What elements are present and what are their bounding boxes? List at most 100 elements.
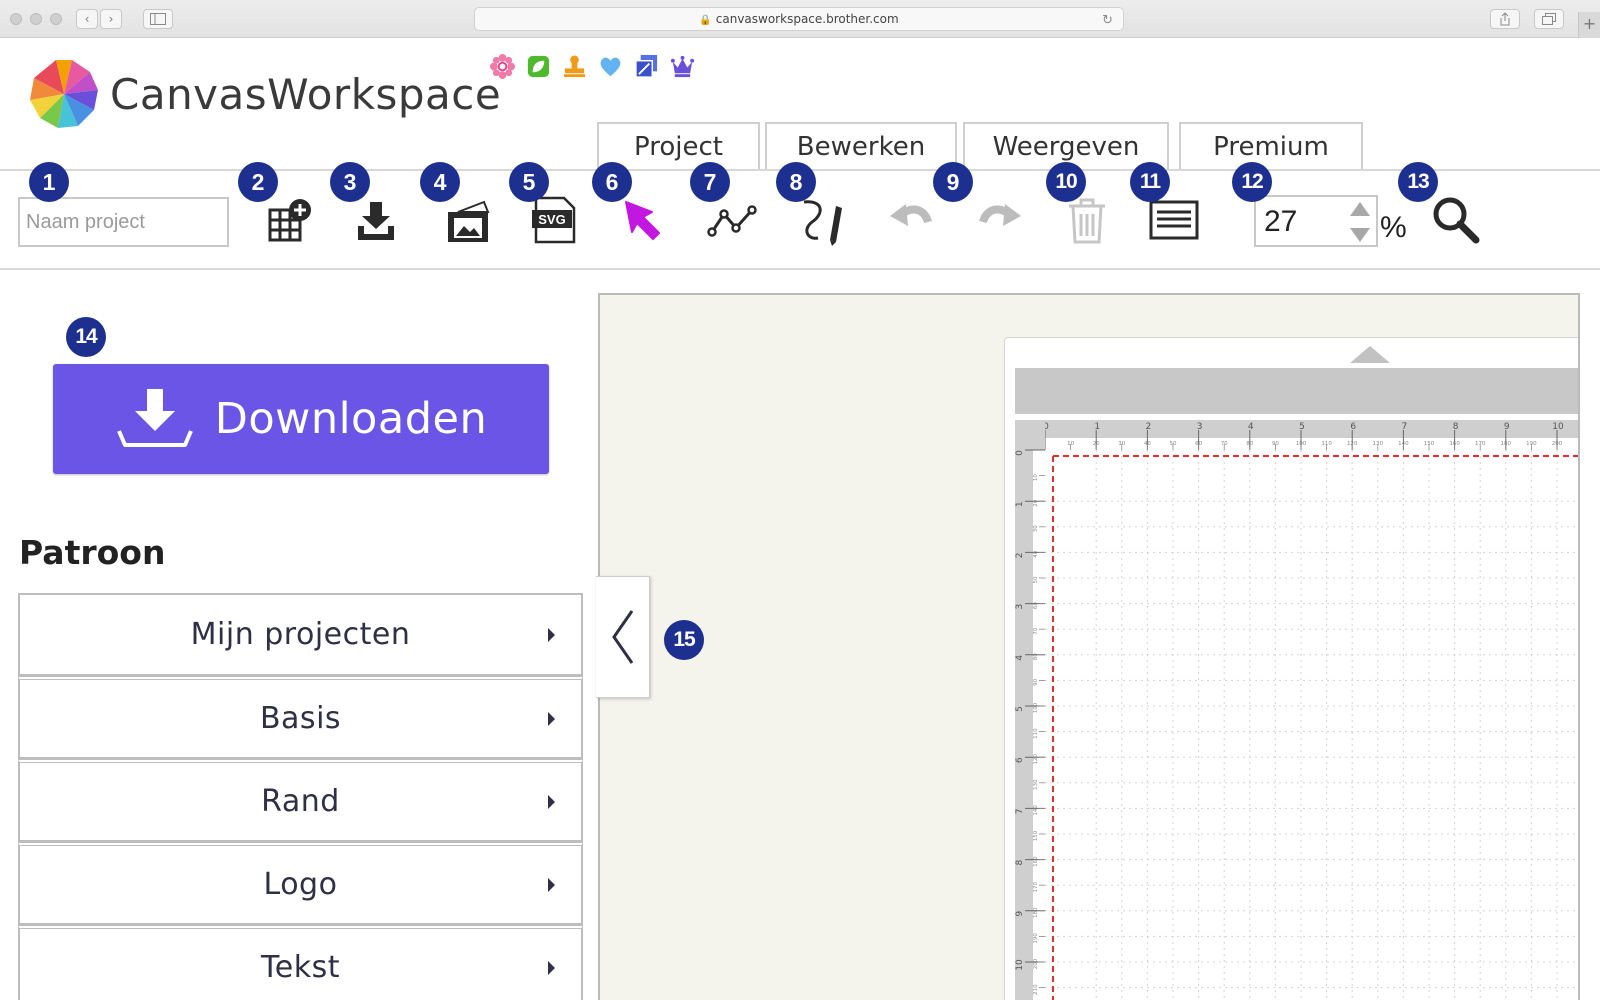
- list-panel-icon: [1149, 200, 1199, 240]
- ruler-major-label: 2: [1015, 553, 1025, 559]
- zoom-unit: %: [1380, 211, 1407, 244]
- chevron-right-icon: [548, 627, 555, 642]
- tabs-overview-button[interactable]: [1534, 9, 1564, 29]
- ruler-minor-label: 140: [1033, 805, 1039, 816]
- category-label: Tekst: [261, 950, 340, 985]
- category-label: Logo: [263, 867, 338, 902]
- ruler-major-label: 7: [1015, 809, 1025, 815]
- ruler-minor-label: 20: [1033, 499, 1039, 506]
- canvasworkspace-logo-icon: [30, 60, 98, 128]
- sidebar-icon: [150, 13, 166, 25]
- service-icons: [490, 54, 695, 79]
- category-label: Rand: [261, 784, 340, 819]
- window-close-button[interactable]: [10, 13, 22, 25]
- ruler-minor-label: 180: [1033, 907, 1039, 918]
- undo-icon: [890, 204, 932, 226]
- ruler-minor-label: 70: [1033, 627, 1039, 634]
- ruler-minor-label: 200: [1033, 958, 1039, 969]
- chevron-right-icon: [548, 960, 555, 975]
- project-name-input[interactable]: [18, 197, 229, 247]
- ruler-minor-label: 100: [1033, 702, 1039, 713]
- image-frame-icon: [448, 200, 490, 242]
- ruler-major-label: 5: [1015, 706, 1025, 712]
- tab-project[interactable]: Project: [597, 122, 760, 170]
- lock-icon: 🔒: [699, 15, 712, 26]
- ruler-major-label: 9: [1504, 422, 1510, 432]
- tabs-icon: [1542, 13, 1556, 25]
- sidebar-toggle-button[interactable]: [143, 9, 173, 29]
- ruler-minor-label: 110: [1033, 728, 1039, 739]
- app-root: ‹ › 🔒 canvasworkspace.brother.com ↻ + Ca…: [0, 0, 1600, 1000]
- category-tekst[interactable]: Tekst: [18, 925, 583, 1000]
- address-bar[interactable]: 🔒 canvasworkspace.brother.com ↻: [474, 7, 1124, 31]
- zoom-up-icon[interactable]: [1348, 200, 1372, 220]
- ruler-major-label: 0: [1015, 450, 1025, 456]
- mat-grid: [1045, 450, 1578, 1000]
- window-maximize-button[interactable]: [50, 13, 62, 25]
- mat-grid-lines: [1045, 450, 1578, 1000]
- category-my-projects[interactable]: Mijn projecten: [18, 593, 583, 676]
- browser-forward-button[interactable]: ›: [100, 9, 122, 29]
- browser-toolbar: ‹ › 🔒 canvasworkspace.brother.com ↻ +: [0, 0, 1600, 38]
- category-basis[interactable]: Basis: [18, 676, 583, 759]
- chevron-right-icon: [548, 794, 555, 809]
- ruler-minor-label: 140: [1398, 441, 1409, 447]
- stamp-icon[interactable]: [562, 54, 587, 79]
- category-rand[interactable]: Rand: [18, 759, 583, 842]
- canvas-area[interactable]: 0 1 2 3 4 5 6 7 8 9 10 10 20 30 40 50 60 70 80 90 100 110 120 1…: [598, 293, 1580, 1000]
- callout-badge-11: 11: [1130, 162, 1170, 202]
- ruler-minor-label: 50: [1170, 441, 1177, 447]
- zoom-tool-button[interactable]: [1424, 188, 1488, 252]
- ruler-minor-label: 60: [1195, 441, 1202, 447]
- cutting-mat[interactable]: 0 1 2 3 4 5 6 7 8 9 10 10 20 30 40 50 60 70 80 90 100 110 120 1…: [1004, 337, 1580, 1000]
- callout-badge-15: 15: [664, 620, 704, 660]
- download-button[interactable]: Downloaden: [53, 364, 549, 474]
- callout-badge-2: 2: [238, 162, 278, 202]
- ruler-major-label: 2: [1146, 422, 1152, 432]
- collapse-panel-button[interactable]: [596, 576, 650, 698]
- flower-icon[interactable]: [490, 54, 515, 79]
- redo-icon: [979, 204, 1021, 226]
- ruler-major-label: 10: [1015, 959, 1025, 971]
- ruler-minor-label: 70: [1221, 441, 1228, 447]
- ruler-minor-label: 80: [1033, 653, 1039, 660]
- ruler-minor-label: 160: [1449, 441, 1460, 447]
- share-button[interactable]: [1490, 9, 1520, 29]
- ruler-minor-label: 30: [1033, 525, 1039, 532]
- callout-badge-14: 14: [66, 317, 106, 357]
- reload-icon[interactable]: ↻: [1102, 10, 1113, 32]
- category-logo[interactable]: Logo: [18, 842, 583, 925]
- window-minimize-button[interactable]: [30, 13, 42, 25]
- toolbar-divider: [0, 268, 1600, 270]
- ruler-minor-label: 10: [1033, 474, 1039, 481]
- zoom-value: 27: [1264, 205, 1298, 238]
- ruler-minor-label: 20: [1093, 441, 1100, 447]
- browser-back-button[interactable]: ‹: [76, 9, 98, 29]
- tab-premium[interactable]: Premium: [1179, 122, 1363, 170]
- zoom-down-icon[interactable]: [1348, 224, 1372, 244]
- callout-badge-6: 6: [592, 162, 632, 202]
- share-icon: [1500, 12, 1510, 26]
- callout-badge-7: 7: [690, 162, 730, 202]
- mat-feed-arrow-icon: [1350, 346, 1390, 363]
- callout-badge-1: 1: [29, 162, 69, 202]
- import-tray-icon: [358, 202, 394, 240]
- leaf-icon[interactable]: [526, 54, 551, 79]
- category-label: Basis: [259, 701, 342, 736]
- layers-icon[interactable]: [634, 54, 659, 79]
- new-tab-button[interactable]: +: [1578, 12, 1600, 38]
- redo-button[interactable]: [967, 188, 1031, 252]
- ruler-minor-label: 210: [1577, 441, 1580, 447]
- ruler-minor-label: 40: [1033, 550, 1039, 557]
- vertical-ruler-ticks: 0 1 2 3 4 5 6 7 8 9 10 10 20 30 40 50 60 70 80 90 100 110 120 1…: [1015, 449, 1045, 1000]
- ruler-minor-label: 160: [1033, 856, 1039, 867]
- undo-button[interactable]: [880, 188, 944, 252]
- ruler-minor-label: 40: [1144, 441, 1151, 447]
- heart-icon[interactable]: [598, 54, 623, 79]
- ruler-major-label: 1: [1015, 501, 1025, 507]
- ruler-major-label: 10: [1552, 422, 1564, 432]
- crown-icon[interactable]: [670, 54, 695, 79]
- callout-badge-4: 4: [420, 162, 460, 202]
- zoom-input[interactable]: 27: [1254, 195, 1378, 247]
- ruler-minor-label: 150: [1033, 830, 1039, 841]
